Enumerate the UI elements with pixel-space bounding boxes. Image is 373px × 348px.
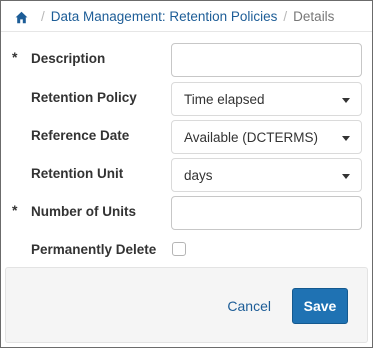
retention-unit-select[interactable]: days — [171, 158, 362, 192]
permanently-delete-label: Permanently Delete — [31, 242, 157, 257]
retention-policy-row: Retention Policy Time elapsed — [1, 82, 372, 116]
reference-date-label: Reference Date — [31, 128, 130, 143]
reference-date-value: Available (DCTERMS) — [184, 130, 319, 145]
header-divider — [1, 31, 372, 32]
permanently-delete-row: Permanently Delete — [1, 234, 372, 268]
required-marker: * — [12, 202, 18, 218]
chevron-down-icon — [342, 136, 350, 141]
home-icon[interactable] — [15, 11, 28, 24]
number-of-units-input[interactable] — [171, 196, 362, 230]
retention-unit-row: Retention Unit days — [1, 158, 372, 192]
description-row: * Description — [1, 43, 372, 77]
description-input[interactable] — [171, 43, 362, 77]
permanently-delete-checkbox[interactable] — [172, 242, 186, 256]
number-of-units-row: * Number of Units — [1, 196, 372, 230]
breadcrumb-retention-policies-link[interactable]: Data Management: Retention Policies — [51, 8, 278, 26]
description-label: Description — [31, 51, 106, 66]
breadcrumb-separator: / — [283, 9, 288, 24]
retention-policy-select[interactable]: Time elapsed — [171, 82, 362, 116]
chevron-down-icon — [342, 98, 350, 103]
retention-policy-label: Retention Policy — [31, 90, 137, 105]
cancel-button[interactable]: Cancel — [227, 298, 271, 314]
retention-unit-label: Retention Unit — [31, 166, 124, 181]
retention-policy-value: Time elapsed — [184, 92, 265, 107]
breadcrumb-separator: / — [41, 9, 45, 24]
retention-policy-dialog: / Data Management: Retention Policies / … — [0, 0, 373, 348]
required-marker: * — [12, 49, 18, 65]
reference-date-row: Reference Date Available (DCTERMS) — [1, 120, 372, 154]
reference-date-select[interactable]: Available (DCTERMS) — [171, 120, 362, 154]
breadcrumb-current: Details — [293, 9, 335, 24]
save-button[interactable]: Save — [292, 288, 348, 324]
chevron-down-icon — [342, 174, 350, 179]
form-footer: Cancel Save — [5, 267, 368, 343]
breadcrumb: / Data Management: Retention Policies / … — [15, 8, 334, 26]
retention-unit-value: days — [184, 168, 213, 183]
number-of-units-label: Number of Units — [31, 204, 137, 219]
